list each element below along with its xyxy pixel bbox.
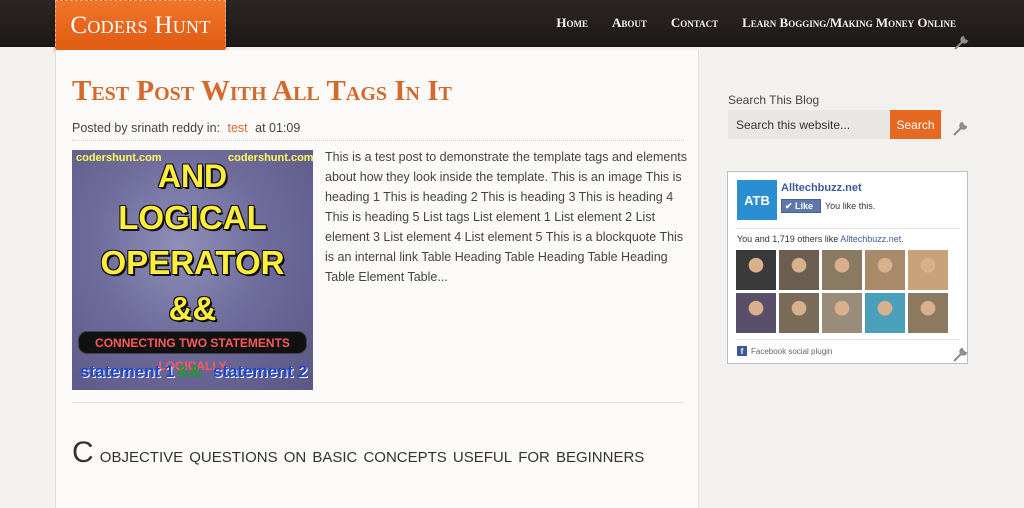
fan-avatar[interactable] <box>736 293 776 333</box>
search-input[interactable] <box>728 110 890 139</box>
fan-avatar[interactable] <box>865 293 905 333</box>
post-tag-link[interactable]: test <box>227 121 247 135</box>
post-thumbnail[interactable]: codershunt.com codershunt.com AND LOGICA… <box>72 150 313 390</box>
site-logo[interactable]: Coders Hunt <box>55 0 226 51</box>
thumbnail-heading: LOGICAL <box>118 199 267 236</box>
fan-faces-grid <box>736 250 948 333</box>
fan-avatar[interactable] <box>865 250 905 290</box>
like-button-label: Like <box>795 201 814 211</box>
fan-avatar[interactable] <box>822 250 862 290</box>
thumbnail-heading: && <box>168 290 217 327</box>
fan-avatar[interactable] <box>779 250 819 290</box>
thumbnail-statement: statement 2 <box>213 362 308 381</box>
divider <box>72 402 684 403</box>
top-navigation-bar: Coders Hunt Home About Contact Learn Bog… <box>0 0 1024 51</box>
wrench-icon[interactable] <box>953 35 969 51</box>
post-author: Posted by srinath reddy in: <box>72 121 220 135</box>
post-title-link[interactable]: Test Post With All Tags In It <box>72 75 452 108</box>
post-title-initial: C <box>72 436 94 469</box>
nav-home-link[interactable]: Home <box>556 15 588 31</box>
main-nav: Home About Contact Learn Bogging/Making … <box>556 15 1024 31</box>
fan-avatar[interactable] <box>779 293 819 333</box>
post-excerpt: This is a test post to demonstrate the t… <box>325 150 687 284</box>
main-content: Test Post With All Tags In It Posted by … <box>55 50 699 508</box>
thumbnail-statement: statement 1 <box>80 362 175 381</box>
nav-about-link[interactable]: About <box>612 15 647 31</box>
page-logo[interactable]: ATB <box>737 180 777 220</box>
page-name-link[interactable]: Alltechbuzz.net. <box>840 234 904 244</box>
divider <box>72 140 684 141</box>
fan-avatar[interactable] <box>908 250 948 290</box>
wrench-icon[interactable] <box>952 121 968 137</box>
like-count: You and 1,719 others like Alltechbuzz.ne… <box>737 234 904 244</box>
page-name-link[interactable]: Alltechbuzz.net <box>781 182 862 194</box>
facebook-plugin-label[interactable]: f Facebook social plugin <box>737 346 832 356</box>
thumbnail-heading: OPERATOR <box>100 244 285 281</box>
nav-learn-blogging-link[interactable]: Learn Bogging/Making Money Online <box>742 15 956 31</box>
fan-avatar[interactable] <box>736 250 776 290</box>
facebook-icon: f <box>737 346 747 356</box>
fan-avatar[interactable] <box>908 293 948 333</box>
post-title-link[interactable]: C objective questions on basic concepts … <box>72 435 684 473</box>
nav-contact-link[interactable]: Contact <box>671 15 718 31</box>
search-widget-title: Search This Blog <box>728 93 820 107</box>
thumbnail-heading: AND <box>157 158 228 194</box>
thumbnail-banner: CONNECTING TWO STATEMENTS LOGICALLY <box>78 331 307 373</box>
fan-avatar[interactable] <box>822 293 862 333</box>
plugin-label-text: Facebook social plugin <box>751 346 833 356</box>
like-button[interactable]: ✔ Like <box>781 199 821 213</box>
divider <box>735 228 960 229</box>
wrench-icon[interactable] <box>952 347 968 363</box>
divider <box>735 339 960 340</box>
post-meta: Posted by srinath reddy in: test at 01:0… <box>72 121 300 135</box>
you-like-text: You like this. <box>825 201 876 211</box>
post-title-text: objective questions on basic concepts us… <box>93 442 645 467</box>
post-time: at 01:09 <box>255 121 301 135</box>
facebook-like-box: ATB Alltechbuzz.net ✔ Like You like this… <box>727 171 968 364</box>
like-count-text: You and 1,719 others like <box>737 234 841 244</box>
thumbnail-operator: && <box>177 362 202 381</box>
search-button[interactable]: Search <box>890 110 941 139</box>
